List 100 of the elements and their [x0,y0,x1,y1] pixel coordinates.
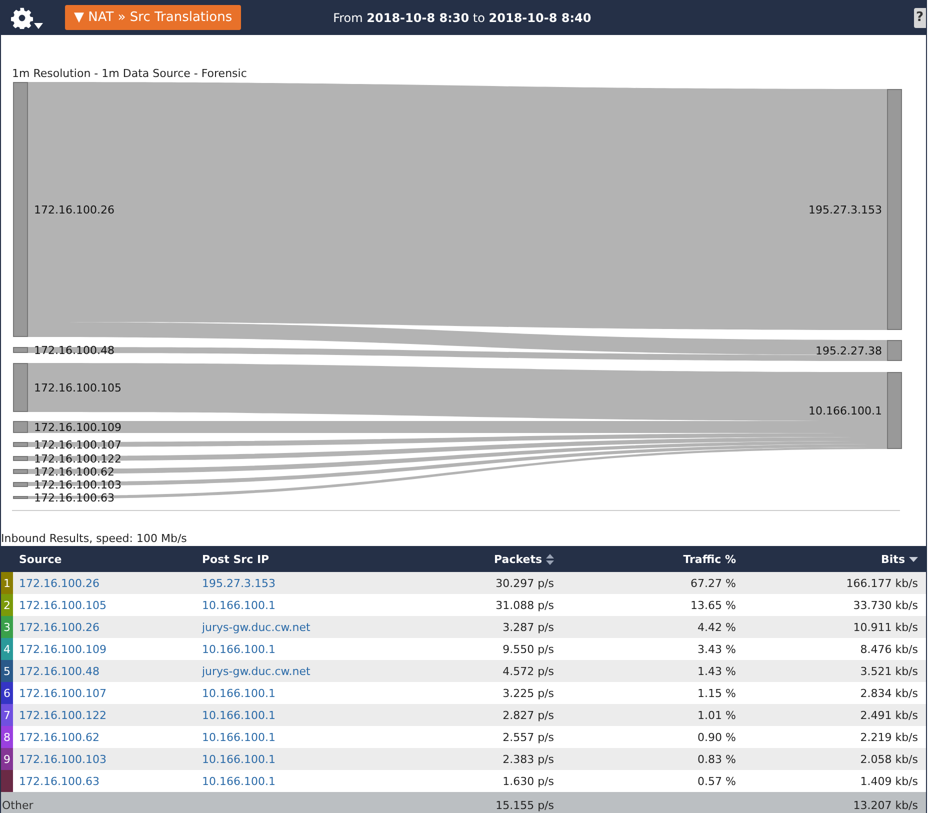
post-src-ip-link[interactable]: 10.166.100.1 [196,730,380,744]
caret-icon [34,22,43,28]
post-src-ip-link[interactable]: 10.166.100.1 [196,598,380,612]
table-cell-text: 1.01 % [696,708,737,722]
sort-icon[interactable] [546,554,554,564]
node-label: 172.16.100.122 [34,452,122,466]
table-cell-text: 166.177 kb/s [845,576,919,590]
table-cell-text: 0.90 % [696,730,737,744]
table-cell-text: 1.15 % [696,686,737,700]
source-node[interactable] [13,82,28,337]
table-cell-text: 3.521 kb/s [859,664,919,678]
results-caption: Inbound Results, speed: 100 Mb/s [1,532,188,545]
node-label: 172.16.100.107 [34,438,122,452]
post-src-ip-link[interactable]: 10.166.100.1 [196,774,380,788]
source-link[interactable]: 172.16.100.105 [13,598,196,612]
rank-marker: 8 [1,726,13,748]
source-link[interactable]: 172.16.100.26 [13,576,196,590]
source-link[interactable]: 172.16.100.26 [13,620,196,634]
source-link[interactable]: 172.16.100.62 [13,730,196,744]
table-cell-text: 4.572 p/s [502,664,555,678]
target-node[interactable] [887,340,902,361]
rank-marker: 1 [1,572,13,594]
rank-marker: 6 [1,682,13,704]
table-cell-text: 2.557 p/s [502,730,555,744]
chart-caption: 1m Resolution - 1m Data Source - Forensic [12,67,248,80]
source-link[interactable]: 172.16.100.63 [13,774,196,788]
table-cell-text: 3.287 p/s [502,620,555,634]
post-src-ip-link[interactable]: 10.166.100.1 [196,752,380,766]
column-header[interactable]: Source [13,552,196,566]
source-node[interactable] [13,347,28,353]
post-src-ip-link[interactable]: jurys-gw.duc.cw.net [196,664,380,678]
post-src-ip-link[interactable]: 10.166.100.1 [196,642,380,656]
source-node[interactable] [13,421,28,433]
table-cell-text: 1.43 % [696,664,737,678]
table-cell-text: 2.058 kb/s [859,752,919,766]
source-link[interactable]: 172.16.100.107 [13,686,196,700]
table-cell-text: 2.383 p/s [502,752,555,766]
source-link[interactable]: 172.16.100.109 [13,642,196,656]
table-cell-text: 33.730 kb/s [852,598,919,612]
table-cell-text: 67.27 % [690,576,737,590]
node-label: 10.166.100.1 [808,404,882,418]
help-button[interactable]: ? [914,8,926,28]
column-header[interactable]: Traffic % [562,552,744,566]
rank-marker: 7 [1,704,13,726]
source-link[interactable]: 172.16.100.122 [13,708,196,722]
node-label: 172.16.100.26 [34,204,114,216]
table-cell-text: Other [1,798,34,812]
source-node[interactable] [13,442,28,447]
rank-marker: 2 [1,594,13,616]
column-header[interactable]: Post Src IP [196,552,380,566]
table-cell-text: 9.550 p/s [502,642,555,656]
table-cell-text: 2.491 kb/s [859,708,919,722]
source-node[interactable] [13,469,28,474]
rank-marker: 4 [1,638,13,660]
settings-menu[interactable] [11,6,43,28]
table-cell-text: 2.219 kb/s [859,730,919,744]
rank-marker: 5 [1,660,13,682]
table-cell-text: 15.155 p/s [494,798,555,812]
table-cell-text: 0.83 % [696,752,737,766]
source-node[interactable] [13,496,28,499]
node-label: 195.27.3.153 [808,204,882,216]
source-link[interactable]: 172.16.100.103 [13,752,196,766]
node-label: 172.16.100.63 [34,492,114,504]
source-node[interactable] [13,482,28,487]
source-node[interactable] [13,456,28,461]
node-label: 172.16.100.103 [34,478,122,492]
table-cell-text: 0.57 % [696,774,737,788]
post-src-ip-link[interactable]: 10.166.100.1 [196,708,380,722]
table-cell-text: 1.630 p/s [502,774,555,788]
table-cell-text: 1.409 kb/s [859,774,919,788]
post-src-ip-link[interactable]: 195.27.3.153 [196,576,380,590]
table-cell-text: 30.297 p/s [494,576,555,590]
table-cell-text: 13.207 kb/s [852,798,919,812]
table-cell-text: 10.911 kb/s [852,620,919,634]
post-src-ip-link[interactable]: 10.166.100.1 [196,686,380,700]
settings-icon [11,6,33,28]
table-cell-text: 2.834 kb/s [859,686,919,700]
target-node[interactable] [887,372,902,449]
table-cell-text: 3.225 p/s [502,686,555,700]
node-label: 172.16.100.105 [34,382,122,394]
table-cell-text: 13.65 % [690,598,737,612]
node-label: 172.16.100.109 [34,421,122,434]
column-header[interactable]: Bits [744,552,926,566]
post-src-ip-link[interactable]: jurys-gw.duc.cw.net [196,620,380,634]
column-header[interactable]: Packets [380,552,562,566]
rank-marker: 3 [1,616,13,638]
node-label: 195.2.27.38 [816,344,882,358]
table-cell-text: 4.42 % [696,620,737,634]
rank-marker: 9 [1,748,13,770]
source-link[interactable]: 172.16.100.48 [13,664,196,678]
node-label: 172.16.100.62 [34,466,114,478]
sort-descending-icon[interactable] [909,556,918,562]
table-cell-text: 8.476 kb/s [859,642,919,656]
source-node[interactable] [13,363,28,412]
table-cell-text: 2.827 p/s [502,708,555,722]
time-range: From 2018-10-8 8:30 to 2018-10-8 8:40 [333,10,592,24]
table-cell-text: 3.43 % [696,642,737,656]
node-label: 172.16.100.48 [34,344,114,357]
report-menu-button[interactable]: ▼ NAT » Src Translations [65,5,242,30]
target-node[interactable] [887,89,902,330]
